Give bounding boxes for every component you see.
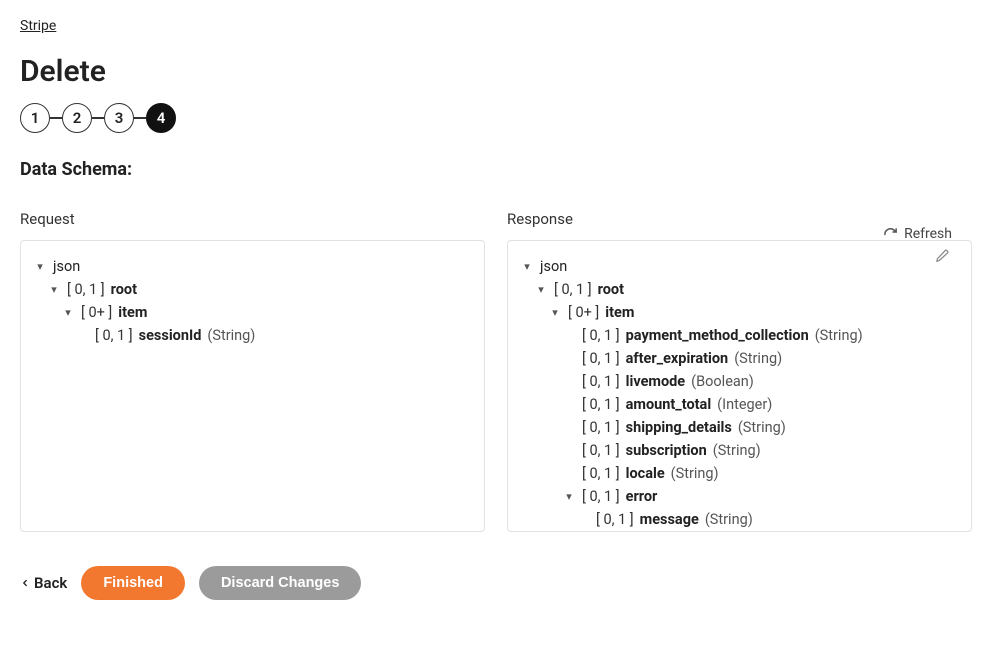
breadcrumb: Stripe xyxy=(20,18,972,34)
cardinality: [ 0, 1 ] xyxy=(95,327,133,344)
step-connector xyxy=(50,117,62,119)
field-name: message xyxy=(640,511,699,528)
response-node[interactable]: ▾[ 0, 1 ] message (String) xyxy=(518,508,961,531)
response-node[interactable]: ▾[ 0, 1 ] after_expiration (String) xyxy=(518,347,961,370)
breadcrumb-link[interactable]: Stripe xyxy=(20,18,56,34)
chevron-left-icon xyxy=(20,577,30,589)
response-node[interactable]: ▾ [ 0+ ] item xyxy=(518,301,961,324)
field-name: json xyxy=(540,258,567,275)
cardinality: [ 0, 1 ] xyxy=(554,281,592,298)
back-label: Back xyxy=(34,574,67,592)
response-node[interactable]: ▾ [ 0, 1 ] error xyxy=(518,485,961,508)
cardinality: [ 0, 1 ] xyxy=(582,373,620,390)
step-indicator: 1234 xyxy=(20,103,972,133)
field-name: after_expiration xyxy=(626,350,729,367)
page-title: Delete xyxy=(20,54,972,89)
cardinality: [ 0, 1 ] xyxy=(582,488,620,505)
response-node[interactable]: ▾[ 0, 1 ] shipping_details (String) xyxy=(518,416,961,439)
chevron-down-icon[interactable]: ▾ xyxy=(61,306,75,319)
field-name: payment_method_collection xyxy=(626,327,809,344)
finished-button[interactable]: Finished xyxy=(81,566,185,600)
field-name: sessionId xyxy=(139,327,202,344)
edit-button[interactable] xyxy=(935,248,952,263)
step-4[interactable]: 4 xyxy=(146,103,176,133)
field-name: livemode xyxy=(626,373,686,390)
refresh-label: Refresh xyxy=(904,226,952,242)
request-node[interactable]: ▾ json xyxy=(31,255,474,278)
cardinality: [ 0+ ] xyxy=(568,304,599,321)
chevron-down-icon[interactable]: ▾ xyxy=(562,490,576,503)
field-name: shipping_details xyxy=(626,419,732,436)
back-button[interactable]: Back xyxy=(20,574,67,592)
cardinality: [ 0, 1 ] xyxy=(582,465,620,482)
request-tree: ▾ json ▾ [ 0, 1 ] root ▾ [ 0+ ] item ▾[ 0, 1 ]… xyxy=(31,255,474,347)
step-2[interactable]: 2 xyxy=(62,103,92,133)
section-heading: Data Schema: xyxy=(20,159,972,180)
chevron-down-icon[interactable]: ▾ xyxy=(47,283,61,296)
cardinality: [ 0, 1 ] xyxy=(582,396,620,413)
cardinality: [ 0+ ] xyxy=(81,304,112,321)
response-node[interactable]: ▾[ 0, 1 ] livemode (Boolean) xyxy=(518,370,961,393)
field-name: amount_total xyxy=(626,396,712,413)
field-type: (Boolean) xyxy=(691,373,754,390)
field-type: (String) xyxy=(738,419,786,436)
field-type: (String) xyxy=(713,442,761,459)
field-type: (String) xyxy=(671,465,719,482)
chevron-down-icon[interactable]: ▾ xyxy=(548,306,562,319)
field-type: (String) xyxy=(207,327,255,344)
field-type: (String) xyxy=(705,511,753,528)
chevron-down-icon[interactable]: ▾ xyxy=(33,260,47,273)
step-connector xyxy=(92,117,104,119)
response-node[interactable]: ▾[ 0, 1 ] locale (String) xyxy=(518,462,961,485)
request-panel: ▾ json ▾ [ 0, 1 ] root ▾ [ 0+ ] item ▾[ 0, 1 ]… xyxy=(20,240,485,532)
field-name: error xyxy=(626,488,658,505)
response-node[interactable]: ▾[ 0, 1 ] subscription (String) xyxy=(518,439,961,462)
field-name: item xyxy=(605,304,634,321)
cardinality: [ 0, 1 ] xyxy=(582,442,620,459)
cardinality: [ 0, 1 ] xyxy=(67,281,105,298)
request-header: Request xyxy=(20,210,485,234)
cardinality: [ 0, 1 ] xyxy=(596,511,634,528)
step-1[interactable]: 1 xyxy=(20,103,50,133)
chevron-down-icon[interactable]: ▾ xyxy=(534,283,548,296)
request-node[interactable]: ▾[ 0, 1 ] sessionId (String) xyxy=(31,324,474,347)
response-node[interactable]: ▾[ 0, 1 ] amount_total (Integer) xyxy=(518,393,961,416)
chevron-down-icon[interactable]: ▾ xyxy=(520,260,534,273)
field-type: (String) xyxy=(734,350,782,367)
field-name: item xyxy=(118,304,147,321)
cardinality: [ 0, 1 ] xyxy=(582,350,620,367)
step-3[interactable]: 3 xyxy=(104,103,134,133)
refresh-icon xyxy=(883,227,898,242)
field-name: json xyxy=(53,258,80,275)
refresh-button[interactable]: Refresh xyxy=(883,226,952,242)
response-node[interactable]: ▾[ 0, 1 ] payment_method_collection (Str… xyxy=(518,324,961,347)
request-node[interactable]: ▾ [ 0+ ] item xyxy=(31,301,474,324)
response-tree: ▾json▾[ 0, 1 ] root▾[ 0+ ] item▾[ 0, 1 ]… xyxy=(518,255,961,531)
cardinality: [ 0, 1 ] xyxy=(582,327,620,344)
field-type: (String) xyxy=(815,327,863,344)
discard-button[interactable]: Discard Changes xyxy=(199,566,361,600)
response-panel: ▾json▾[ 0, 1 ] root▾[ 0+ ] item▾[ 0, 1 ]… xyxy=(507,240,972,532)
cardinality: [ 0, 1 ] xyxy=(582,419,620,436)
pencil-icon xyxy=(935,248,950,263)
field-name: subscription xyxy=(626,442,707,459)
response-node[interactable]: ▾ [ 0, 1 ] root xyxy=(518,278,961,301)
field-type: (Integer) xyxy=(717,396,772,413)
field-name: root xyxy=(598,281,624,298)
field-name: locale xyxy=(626,465,665,482)
request-node[interactable]: ▾ [ 0, 1 ] root xyxy=(31,278,474,301)
step-connector xyxy=(134,117,146,119)
field-name: root xyxy=(111,281,137,298)
